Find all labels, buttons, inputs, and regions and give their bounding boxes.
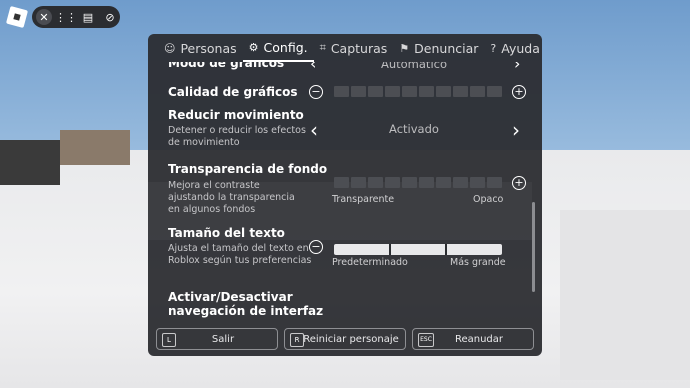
setting-description: Mejora el contraste ajustando la transpa… — [168, 180, 295, 215]
chevron-left-icon[interactable]: ‹ — [310, 62, 316, 73]
tab-label: Config. — [263, 39, 308, 55]
camera-icon: ⌗ — [319, 41, 326, 54]
bottom-actions: L Salir R Reiniciar personaje ESC Reanud… — [148, 322, 542, 356]
tab-label: Personas — [180, 40, 237, 56]
setting-title: Transparencia de fondo — [168, 162, 328, 176]
setting-reduce-motion: Reducir movimiento Detener o reducir los… — [148, 108, 532, 158]
slider-min-label: Predeterminado — [332, 257, 408, 268]
game-scene-block — [0, 140, 60, 185]
setting-description: Ajusta el tamaño del texto en Roblox seg… — [168, 243, 312, 266]
topbar-menu: ✕ ⋮⋮ ▤ ⊘ — [32, 6, 120, 28]
plus-icon[interactable]: + — [512, 85, 526, 99]
setting-title: Reducir movimiento — [168, 108, 304, 122]
setting-background-transparency: Transparencia de fondo Mejora el contras… — [148, 160, 532, 220]
menu-grid-icon[interactable]: ⋮⋮ — [55, 9, 77, 25]
settings-panel: ☺ Personas ⚙ Config. ⌗ Capturas ⚑ Denunc… — [148, 34, 542, 356]
slider-max-label: Más grande — [450, 257, 506, 268]
setting-value: Automático — [380, 62, 447, 71]
transparency-bar[interactable] — [334, 177, 502, 188]
keyboard-key-icon: ESC — [418, 333, 434, 347]
chat-icon[interactable]: ▤ — [80, 9, 96, 25]
resume-button[interactable]: ESC Reanudar — [412, 328, 534, 350]
scrollbar[interactable] — [532, 202, 535, 292]
tab-label: Ayuda — [501, 40, 540, 56]
setting-title: Modo de gráficos — [168, 62, 285, 70]
reset-character-button[interactable]: R Reiniciar personaje — [284, 328, 406, 350]
tab-label: Denunciar — [414, 40, 479, 56]
setting-graphics-mode: Modo de gráficos ‹ Automático › — [148, 62, 532, 76]
setting-text-size: Tamaño del texto Ajusta el tamaño del te… — [148, 226, 532, 288]
people-icon: ☺ — [164, 41, 176, 55]
chevron-left-icon[interactable]: ‹ — [310, 118, 318, 142]
tab-capturas[interactable]: ⌗ Capturas — [314, 34, 394, 62]
close-icon[interactable]: ✕ — [36, 9, 52, 25]
help-icon: ? — [490, 41, 497, 55]
setting-title: Tamaño del texto — [168, 226, 285, 240]
graphics-quality-bar[interactable] — [334, 86, 502, 97]
settings-list[interactable]: Modo de gráficos ‹ Automático › Calidad … — [148, 62, 542, 322]
chevron-right-icon[interactable]: › — [512, 118, 520, 142]
game-scene-block — [60, 130, 130, 165]
plus-icon[interactable]: + — [512, 176, 526, 190]
setting-title: Calidad de gráficos — [168, 85, 298, 99]
tab-ayuda[interactable]: ? Ayuda — [484, 34, 542, 62]
flag-icon: ⚑ — [399, 41, 410, 55]
slider-max-label: Opaco — [473, 194, 504, 205]
gear-icon: ⚙ — [248, 40, 259, 54]
keyboard-key-icon: R — [290, 333, 304, 347]
setting-ui-navigation[interactable]: Activar/Desactivar navegación de interfa… — [148, 288, 532, 322]
setting-value: Activado — [389, 122, 439, 136]
slider-min-label: Transparente — [332, 194, 395, 205]
minus-icon[interactable]: − — [309, 85, 323, 99]
chevron-right-icon[interactable]: › — [514, 62, 520, 73]
setting-description: Detener o reducir los efectos de movimie… — [168, 125, 306, 148]
tab-bar: ☺ Personas ⚙ Config. ⌗ Capturas ⚑ Denunc… — [148, 34, 542, 62]
game-scene-block — [560, 210, 690, 380]
setting-graphics-quality: Calidad de gráficos − + — [148, 82, 532, 104]
keyboard-key-icon: L — [162, 333, 176, 347]
mic-muted-icon[interactable]: ⊘ — [102, 9, 118, 25]
tab-label: Capturas — [330, 40, 388, 56]
text-size-slider[interactable] — [334, 244, 502, 255]
leave-button[interactable]: L Salir — [156, 328, 278, 350]
setting-title: Activar/Desactivar navegación de interfa… — [168, 290, 324, 318]
tab-config[interactable]: ⚙ Config. — [242, 34, 314, 62]
tab-denunciar[interactable]: ⚑ Denunciar — [393, 34, 484, 62]
minus-icon[interactable]: − — [309, 240, 323, 254]
tab-personas[interactable]: ☺ Personas — [158, 34, 243, 62]
